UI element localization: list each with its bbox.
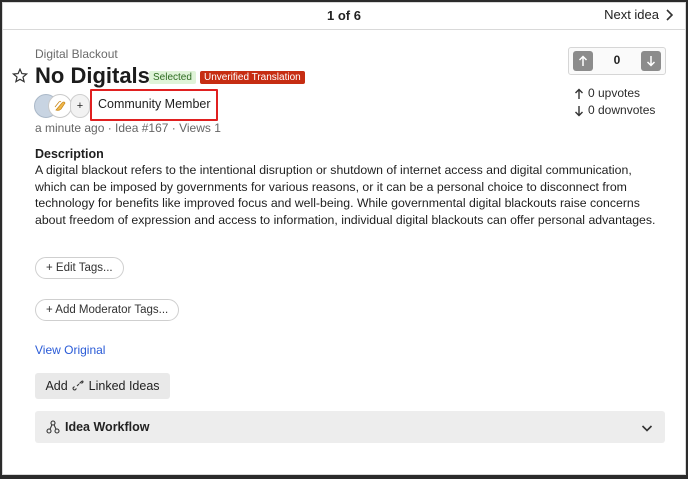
pager-indicator: 1 of 6 [327, 8, 361, 23]
edit-tags-button[interactable]: + Edit Tags... [35, 257, 124, 279]
link-icon [72, 380, 84, 391]
add-linked-prefix: Add [45, 379, 68, 393]
arrow-up-icon [575, 88, 583, 99]
view-original-link[interactable]: View Original [35, 343, 105, 357]
avatar[interactable] [48, 94, 72, 118]
vote-stats: 0 upvotes 0 downvotes [574, 85, 655, 119]
star-icon[interactable] [12, 68, 28, 84]
arrow-down-icon [646, 56, 656, 67]
community-member-highlight[interactable]: Community Member [90, 89, 218, 121]
chevron-down-icon [641, 425, 653, 432]
add-linked-suffix: Linked Ideas [88, 379, 160, 393]
downvotes-row: 0 downvotes [574, 102, 655, 119]
downvote-button[interactable] [641, 51, 661, 71]
selected-badge: Selected [149, 71, 196, 84]
idea-title: No Digitals [35, 63, 150, 88]
add-contributor-button[interactable]: + [70, 94, 90, 118]
downvotes-count: 0 downvotes [588, 103, 656, 117]
add-linked-ideas-button[interactable]: Add Linked Ideas [35, 373, 170, 399]
next-idea-button[interactable]: Next idea [604, 7, 673, 22]
upvotes-count: 0 upvotes [588, 86, 641, 100]
arrow-down-icon [575, 105, 583, 116]
vote-control: 0 [568, 47, 666, 75]
next-idea-label: Next idea [604, 7, 659, 22]
add-moderator-tags-button[interactable]: + Add Moderator Tags... [35, 299, 180, 321]
pager-bar: 1 of 6 Next idea [3, 3, 685, 30]
description-heading: Description [35, 147, 104, 161]
chevron-right-icon [666, 8, 673, 21]
idea-detail-panel: 1 of 6 Next idea Digital Blackout No Dig… [2, 2, 686, 475]
workflow-icon [46, 420, 60, 434]
community-member-label: Community Member [98, 97, 211, 111]
upvotes-row: 0 upvotes [574, 85, 655, 102]
idea-meta: a minute ago · Idea #167 · Views 1 [35, 121, 221, 135]
clapping-hands-icon [54, 101, 66, 111]
idea-workflow-label: Idea Workflow [65, 420, 150, 434]
idea-category: Digital Blackout [35, 47, 118, 61]
description-text: A digital blackout refers to the intenti… [35, 163, 656, 227]
author-avatars[interactable]: + [34, 93, 94, 118]
unverified-translation-badge: Unverified Translation [200, 71, 305, 84]
idea-workflow-accordion[interactable]: Idea Workflow [35, 411, 665, 443]
